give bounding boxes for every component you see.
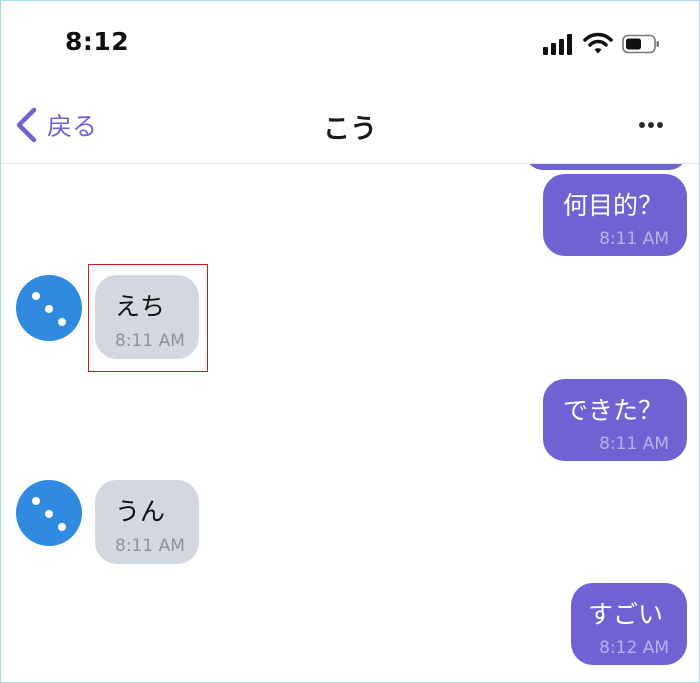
message-text: できた？ <box>562 396 663 425</box>
message-time: 8:12 AM <box>599 638 669 658</box>
navigation-bar: 戻る こう <box>1 87 699 164</box>
message-bubble-outgoing[interactable]: すごい 8:12 AM <box>571 583 687 665</box>
status-time: 8:12 <box>65 27 130 56</box>
avatar[interactable] <box>16 480 82 546</box>
chat-screen: 8:12 戻る こう 何目的？ 8:11 AM えち 8:11 AM できた？ … <box>0 0 700 683</box>
message-time: 8:11 AM <box>599 229 669 249</box>
wifi-icon <box>583 32 613 54</box>
message-bubble-outgoing[interactable]: 何目的？ 8:11 AM <box>543 174 687 256</box>
message-bubble-partial <box>525 164 687 170</box>
avatar[interactable] <box>16 275 82 341</box>
message-text: うん <box>115 497 166 526</box>
conversation-title: こう <box>323 114 377 145</box>
message-list[interactable]: 何目的？ 8:11 AM えち 8:11 AM できた？ 8:11 AM うん … <box>1 164 699 682</box>
message-text: すごい <box>587 600 663 629</box>
more-options-button[interactable] <box>631 109 671 141</box>
message-text: 何目的？ <box>562 191 663 220</box>
cellular-signal-icon <box>543 33 575 55</box>
message-time: 8:11 AM <box>599 434 669 454</box>
highlight-box <box>88 264 208 372</box>
message-bubble-outgoing[interactable]: できた？ 8:11 AM <box>543 379 687 461</box>
message-bubble-incoming[interactable]: うん 8:11 AM <box>95 480 199 564</box>
message-time: 8:11 AM <box>115 536 185 556</box>
more-horizontal-icon <box>638 122 665 128</box>
battery-icon <box>622 34 659 54</box>
